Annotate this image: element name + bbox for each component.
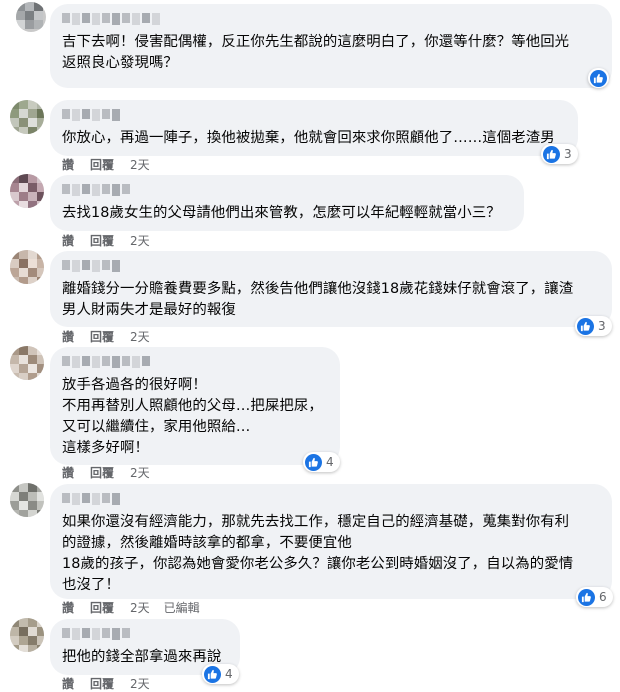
timestamp[interactable]: 2天	[130, 464, 150, 481]
comment-bubble: 放手各過各的很好啊！ 不用再替別人照顧他的父母…把屎把尿， 又可以繼續住，家用他…	[50, 347, 340, 465]
reaction-count: 3	[598, 319, 606, 333]
comment-actions: 讚 回覆 2天 已編輯	[62, 599, 200, 616]
avatar[interactable]	[10, 346, 44, 380]
avatar[interactable]	[10, 618, 44, 652]
comment-actions: 讚 回覆 2天	[62, 675, 150, 692]
reaction-badge[interactable]: 3	[541, 144, 578, 164]
author-name-blurred[interactable]	[62, 13, 600, 26]
edited-label: 已編輯	[163, 601, 200, 615]
like-link[interactable]: 讚	[62, 328, 74, 345]
timestamp[interactable]: 2天	[130, 156, 150, 173]
comment-bubble: 去找18歲女生的父母請他們出來管教，怎麼可以年紀輕輕就當小三？	[50, 175, 524, 231]
author-name-blurred[interactable]	[62, 356, 328, 369]
comment-actions: 讚 回覆 2天	[62, 232, 150, 249]
comment-bubble: 吉下去啊！侵害配偶權，反正你先生都說的這麼明白了，你還等什麼？等他回光 返照良心…	[50, 4, 612, 88]
author-name-blurred[interactable]	[62, 493, 600, 506]
reply-link[interactable]: 回覆	[90, 464, 114, 481]
reaction-count: 4	[326, 455, 334, 469]
like-link[interactable]: 讚	[62, 156, 74, 173]
like-link[interactable]: 讚	[62, 232, 74, 249]
thumbs-up-icon	[305, 453, 322, 471]
reply-link[interactable]: 回覆	[90, 675, 114, 692]
comment-actions: 讚 回覆 2天	[62, 328, 150, 345]
thumbs-up-icon	[577, 317, 594, 335]
comment-text: 把他的錢全部拿過來再說	[62, 649, 222, 665]
avatar[interactable]	[10, 250, 44, 284]
comment-bubble: 離婚錢分一分贍養費要多點，然後告他們讓他沒錢18歲花錢妹仔就會滾了，讓渣 男人財…	[50, 251, 612, 327]
comment-bubble: 如果你還沒有經濟能力，那就先去找工作，穩定自己的經濟基礎，蒐集對你有利 的證據，…	[50, 484, 612, 599]
thumbs-up-icon	[543, 145, 560, 163]
thumbs-up-icon	[204, 665, 221, 683]
reply-link[interactable]: 回覆	[90, 232, 114, 249]
reply-link[interactable]: 回覆	[90, 156, 114, 173]
timestamp[interactable]: 2天	[130, 675, 150, 692]
reply-link[interactable]: 回覆	[90, 328, 114, 345]
thumbs-up-icon	[578, 588, 595, 606]
avatar[interactable]	[10, 174, 44, 208]
comment-bubble: 你放心，再過一陣子，換他被拋棄，他就會回來求你照顧他了……這個老渣男	[50, 100, 578, 156]
comment-text: 你放心，再過一陣子，換他被拋棄，他就會回來求你照顧他了……這個老渣男	[62, 130, 555, 146]
avatar[interactable]	[16, 2, 46, 32]
reaction-count: 3	[564, 147, 572, 161]
reaction-count: 4	[225, 667, 233, 681]
like-link[interactable]: 讚	[62, 464, 74, 481]
comment-actions: 讚 回覆 2天	[62, 156, 150, 173]
reaction-badge[interactable]: 6	[576, 587, 613, 607]
comment-text: 如果你還沒有經濟能力，那就先去找工作，穩定自己的經濟基礎，蒐集對你有利 的證據，…	[62, 514, 574, 593]
reaction-badge[interactable]: 3	[575, 316, 612, 336]
reaction-badge[interactable]: 4	[303, 452, 340, 472]
reply-link[interactable]: 回覆	[90, 599, 114, 616]
comment-text: 放手各過各的很好啊！ 不用再替別人照顧他的父母…把屎把尿， 又可以繼續住，家用他…	[62, 377, 323, 456]
author-name-blurred[interactable]	[62, 260, 600, 273]
comment-text: 離婚錢分一分贍養費要多點，然後告他們讓他沒錢18歲花錢妹仔就會滾了，讓渣 男人財…	[62, 281, 574, 318]
author-name-blurred[interactable]	[62, 628, 228, 641]
comment-text: 吉下去啊！侵害配偶權，反正你先生都說的這麼明白了，你還等什麼？等他回光 返照良心…	[62, 34, 570, 71]
reaction-count: 6	[599, 590, 607, 604]
avatar[interactable]	[10, 100, 44, 134]
thumbs-up-icon	[590, 69, 607, 87]
comment-text: 去找18歲女生的父母請他們出來管教，怎麼可以年紀輕輕就當小三？	[62, 205, 501, 221]
author-name-blurred[interactable]	[62, 184, 512, 197]
reaction-badge[interactable]	[588, 68, 609, 88]
reaction-badge[interactable]: 4	[202, 664, 239, 684]
timestamp[interactable]: 2天	[130, 232, 150, 249]
like-link[interactable]: 讚	[62, 675, 74, 692]
avatar[interactable]	[10, 483, 44, 517]
like-link[interactable]: 讚	[62, 599, 74, 616]
comment-actions: 讚 回覆 2天	[62, 464, 150, 481]
timestamp[interactable]: 2天	[130, 599, 150, 616]
author-name-blurred[interactable]	[62, 109, 566, 122]
timestamp[interactable]: 2天	[130, 328, 150, 345]
